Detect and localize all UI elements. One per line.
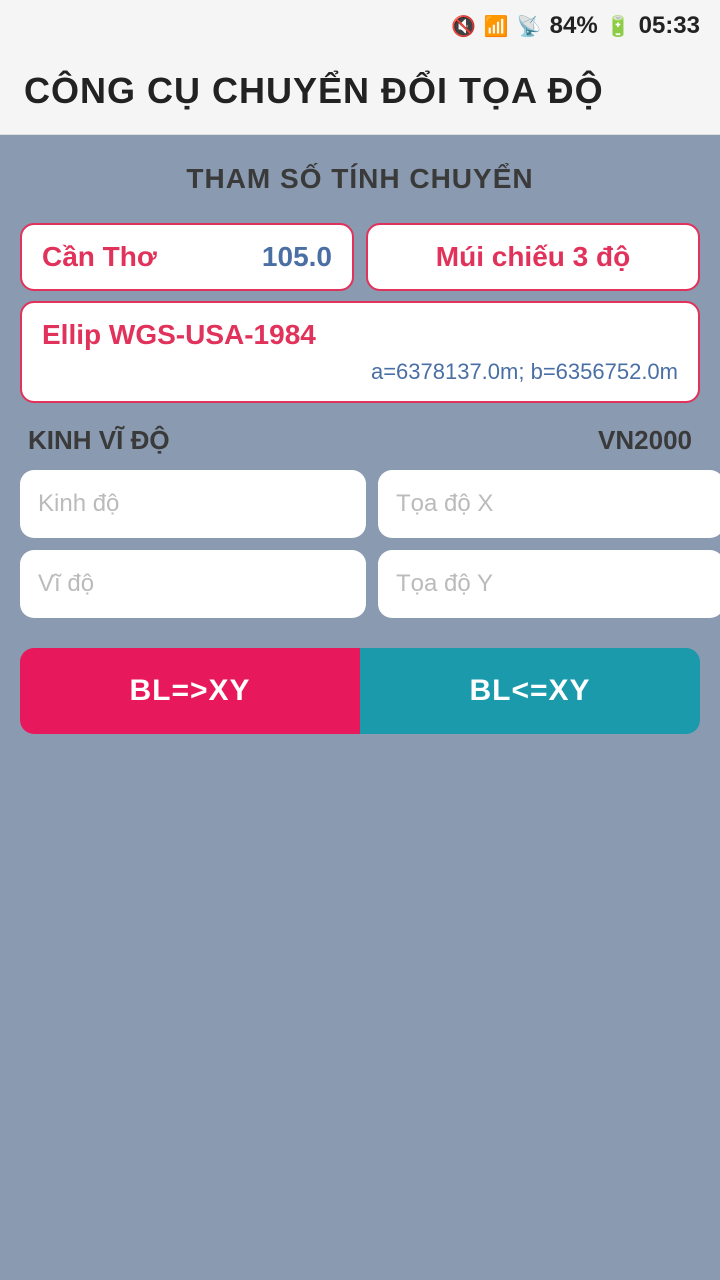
region-label: Cần Thơ xyxy=(42,241,157,273)
convert-buttons: BL=>XY BL<=XY xyxy=(20,648,700,734)
region-selector[interactable]: Cần Thơ 105.0 xyxy=(20,223,354,291)
kinh-vi-do-label: KINH VĨ ĐỘ xyxy=(28,425,170,456)
toa-do-y-input[interactable] xyxy=(378,550,720,618)
signal-icon: 📡 xyxy=(517,14,542,39)
toa-do-x-input[interactable] xyxy=(378,470,720,538)
app-header: CÔNG CỤ CHUYỂN ĐỔI TỌA ĐỘ xyxy=(0,52,720,135)
section-title: THAM SỐ TÍNH CHUYỂN xyxy=(20,163,700,195)
ellipsoid-name: Ellip WGS-USA-1984 xyxy=(42,319,678,351)
ellipsoid-selector[interactable]: Ellip WGS-USA-1984 a=6378137.0m; b=63567… xyxy=(20,301,700,403)
time-label: 05:33 xyxy=(639,12,700,40)
input-row-2 xyxy=(20,550,700,618)
vn2000-label: VN2000 xyxy=(598,425,692,456)
projection-selector[interactable]: Múi chiếu 3 độ xyxy=(366,223,700,291)
main-content: THAM SỐ TÍNH CHUYỂN Cần Thơ 105.0 Múi ch… xyxy=(0,135,720,1280)
selector-row-1: Cần Thơ 105.0 Múi chiếu 3 độ xyxy=(20,223,700,291)
input-row-1 xyxy=(20,470,700,538)
status-icons: 🔇 📶 📡 84% 🔋 05:33 xyxy=(451,12,700,40)
battery-icon: 🔋 xyxy=(606,14,631,39)
page-title: CÔNG CỤ CHUYỂN ĐỔI TỌA ĐỘ xyxy=(24,70,696,112)
battery-label: 84% xyxy=(550,12,598,40)
kinh-do-input[interactable] xyxy=(20,470,366,538)
wifi-icon: 📶 xyxy=(484,14,509,39)
bl-to-xy-button[interactable]: BL=>XY xyxy=(20,648,360,734)
coord-header: KINH VĨ ĐỘ VN2000 xyxy=(20,425,700,456)
xy-to-bl-button[interactable]: BL<=XY xyxy=(360,648,700,734)
coord-section: KINH VĨ ĐỘ VN2000 xyxy=(20,425,700,618)
status-bar: 🔇 📶 📡 84% 🔋 05:33 xyxy=(0,0,720,52)
region-value: 105.0 xyxy=(262,241,332,273)
vi-do-input[interactable] xyxy=(20,550,366,618)
mute-icon: 🔇 xyxy=(451,14,476,39)
ellipsoid-params: a=6378137.0m; b=6356752.0m xyxy=(42,359,678,385)
params-card: Cần Thơ 105.0 Múi chiếu 3 độ Ellip WGS-U… xyxy=(20,223,700,403)
projection-label: Múi chiếu 3 độ xyxy=(436,241,630,273)
